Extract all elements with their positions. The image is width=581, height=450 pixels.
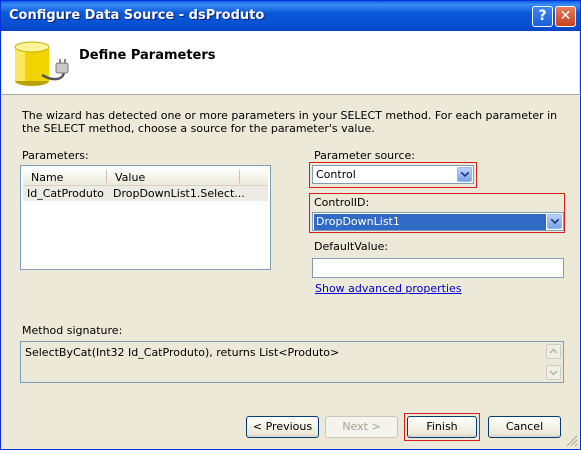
help-button[interactable]: ? (532, 6, 553, 27)
parameter-value: DropDownList1.Select... (113, 187, 245, 200)
close-button[interactable]: ✕ (555, 6, 576, 27)
list-item[interactable]: Id_CatProduto DropDownList1.Select... (23, 186, 268, 201)
cancel-button[interactable]: Cancel (488, 416, 561, 438)
column-divider[interactable] (106, 170, 107, 183)
resize-grip-icon[interactable] (566, 435, 578, 447)
parameter-name: Id_CatProduto (27, 187, 104, 200)
database-plug-icon (14, 41, 69, 86)
scroll-up-arrow[interactable] (546, 344, 561, 359)
previous-button[interactable]: < Previous (246, 416, 319, 438)
show-advanced-properties-link[interactable]: Show advanced properties (315, 282, 462, 295)
wizard-header: Define Parameters (2, 31, 579, 95)
scroll-down-arrow[interactable] (546, 365, 561, 380)
default-value-label: DefaultValue: (314, 240, 389, 253)
finish-button[interactable]: Finish (407, 416, 477, 438)
parameters-list[interactable]: Name Value Id_CatProduto DropDownList1.S… (20, 165, 271, 270)
next-button[interactable]: Next > (325, 416, 398, 438)
control-id-value: DropDownList1 (314, 214, 546, 230)
chevron-down-icon[interactable] (547, 214, 562, 229)
column-header-name[interactable]: Name (31, 171, 63, 184)
method-signature-text: SelectByCat(Int32 Id_CatProduto), return… (25, 346, 340, 359)
parameter-source-select[interactable]: Control (312, 165, 474, 184)
column-divider[interactable] (239, 170, 240, 183)
parameters-label: Parameters: (22, 149, 89, 162)
configure-data-source-dialog: Configure Data Source - dsProduto ? ✕ De… (0, 0, 581, 450)
window-title: Configure Data Source - dsProduto (9, 8, 265, 23)
page-title: Define Parameters (79, 48, 216, 63)
column-header-value[interactable]: Value (115, 171, 145, 184)
method-signature-box[interactable]: SelectByCat(Int32 Id_CatProduto), return… (20, 341, 564, 383)
wizard-description: The wizard has detected one or more para… (22, 109, 558, 135)
parameter-source-value: Control (316, 168, 356, 181)
parameter-source-label: Parameter source: (314, 149, 415, 162)
title-bar[interactable]: Configure Data Source - dsProduto ? ✕ (1, 1, 580, 31)
default-value-input[interactable] (312, 258, 564, 278)
control-id-select[interactable]: DropDownList1 (312, 212, 564, 231)
chevron-down-icon[interactable] (457, 167, 472, 182)
parameters-list-header: Name Value (23, 168, 268, 186)
method-signature-label: Method signature: (22, 324, 123, 337)
